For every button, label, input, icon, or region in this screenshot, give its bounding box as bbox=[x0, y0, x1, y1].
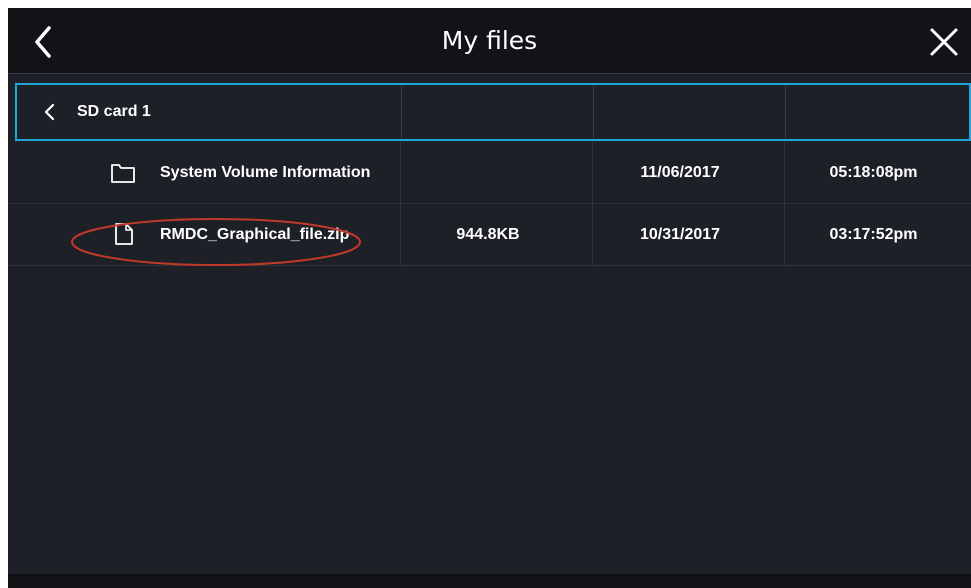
path-back-button[interactable] bbox=[41, 101, 59, 123]
file-icon bbox=[114, 222, 134, 251]
file-size bbox=[392, 142, 584, 203]
column-divider bbox=[785, 85, 786, 139]
file-name: RMDC_Graphical_file.zip bbox=[160, 226, 350, 243]
bottom-bar bbox=[8, 574, 971, 588]
file-date: 11/06/2017 bbox=[640, 164, 720, 181]
file-date: 10/31/2017 bbox=[639, 226, 721, 243]
column-divider bbox=[400, 142, 401, 265]
path-bar[interactable]: SD card 1 bbox=[15, 83, 971, 141]
file-name: System Volume Information bbox=[160, 164, 371, 181]
title-bar: My files bbox=[8, 8, 971, 74]
path-location-label: SD card 1 bbox=[77, 103, 151, 120]
column-divider bbox=[784, 142, 785, 265]
column-divider bbox=[593, 85, 594, 139]
column-divider bbox=[592, 142, 593, 265]
chevron-left-icon bbox=[44, 103, 55, 121]
file-time: 03:17:52pm bbox=[829, 226, 918, 243]
folder-icon bbox=[110, 162, 136, 189]
file-browser-screen: My files SD card 1 System Volume Informa… bbox=[8, 8, 971, 588]
close-icon bbox=[930, 28, 958, 56]
file-time: 05:18:08pm bbox=[829, 164, 918, 181]
file-row[interactable]: System Volume Information 11/06/2017 05:… bbox=[8, 142, 971, 203]
page-title: My files bbox=[441, 26, 538, 55]
file-size: 944.8KB bbox=[456, 226, 520, 243]
file-row[interactable]: RMDC_Graphical_file.zip 944.8KB 10/31/20… bbox=[8, 204, 971, 265]
column-divider bbox=[401, 85, 402, 139]
row-divider bbox=[8, 265, 971, 266]
close-button[interactable] bbox=[921, 20, 965, 64]
